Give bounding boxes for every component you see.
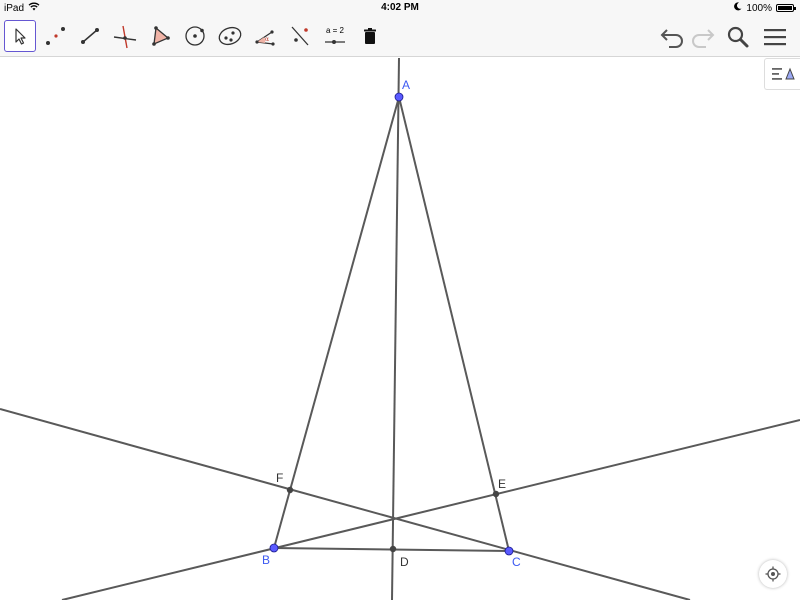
recenter-button[interactable]: [759, 560, 787, 588]
clock: 4:02 PM: [381, 2, 419, 13]
line-through-b-and-e[interactable]: [61, 419, 800, 600]
undo-button[interactable]: [657, 22, 687, 52]
point-c[interactable]: [504, 546, 514, 556]
segment-ac[interactable]: [398, 96, 510, 552]
search-button[interactable]: [723, 22, 753, 52]
reflect-about-line-icon: [291, 26, 309, 46]
graphics-view[interactable]: A B C D E F: [0, 58, 800, 600]
delete-tool[interactable]: [354, 20, 386, 52]
segment-tool[interactable]: [74, 20, 106, 52]
toolbar: α a = 2: [0, 17, 800, 57]
point-b-label: B: [262, 553, 270, 567]
point-f[interactable]: [286, 486, 294, 494]
menu-icon: [764, 29, 786, 46]
redo-icon: [692, 29, 715, 48]
move-tool[interactable]: [4, 20, 36, 52]
segment-icon: [81, 28, 99, 44]
point-f-label: F: [276, 471, 283, 485]
slider-tool-label: a = 2: [325, 26, 344, 35]
redo-button[interactable]: [688, 22, 718, 52]
undo-icon: [660, 29, 683, 48]
search-icon: [727, 26, 749, 48]
menu-button[interactable]: [760, 22, 790, 52]
circle-center-point-icon: [185, 26, 205, 46]
trash-icon: [364, 28, 376, 44]
line-through-c-and-f[interactable]: [0, 408, 691, 600]
moon-icon: [734, 2, 742, 14]
status-bar: iPad 4:02 PM 100%: [0, 0, 800, 17]
point-e[interactable]: [492, 490, 500, 498]
polygon-icon: [152, 26, 170, 46]
svg-text:α: α: [265, 36, 269, 43]
point-e-label: E: [498, 477, 506, 491]
circle-tool[interactable]: [179, 20, 211, 52]
battery-fill: [778, 6, 792, 10]
angle-tool[interactable]: α: [249, 20, 281, 52]
slider-tool[interactable]: a = 2: [319, 20, 351, 52]
polygon-tool[interactable]: [144, 20, 176, 52]
battery-percent: 100%: [746, 2, 772, 14]
angle-icon: α: [255, 30, 275, 46]
point-b[interactable]: [269, 543, 279, 553]
construction-canvas[interactable]: A B C D E F: [0, 58, 800, 600]
point-d[interactable]: [389, 545, 397, 553]
segment-ab[interactable]: [273, 96, 400, 549]
reflect-tool[interactable]: [284, 20, 316, 52]
point-d-label: D: [400, 555, 409, 569]
ellipse-icon: [218, 26, 242, 46]
point-c-label: C: [512, 555, 521, 569]
points-icon: [46, 27, 65, 45]
ellipse-tool[interactable]: [214, 20, 246, 52]
point-a[interactable]: [394, 92, 404, 102]
target-icon: [765, 566, 781, 582]
arrow-cursor-icon: [15, 28, 26, 45]
perpendicular-line-tool[interactable]: [109, 20, 141, 52]
point-a-label: A: [402, 78, 410, 92]
point-tool[interactable]: [39, 20, 71, 52]
perpendicular-icon: [113, 25, 137, 49]
battery-icon: [776, 4, 796, 12]
